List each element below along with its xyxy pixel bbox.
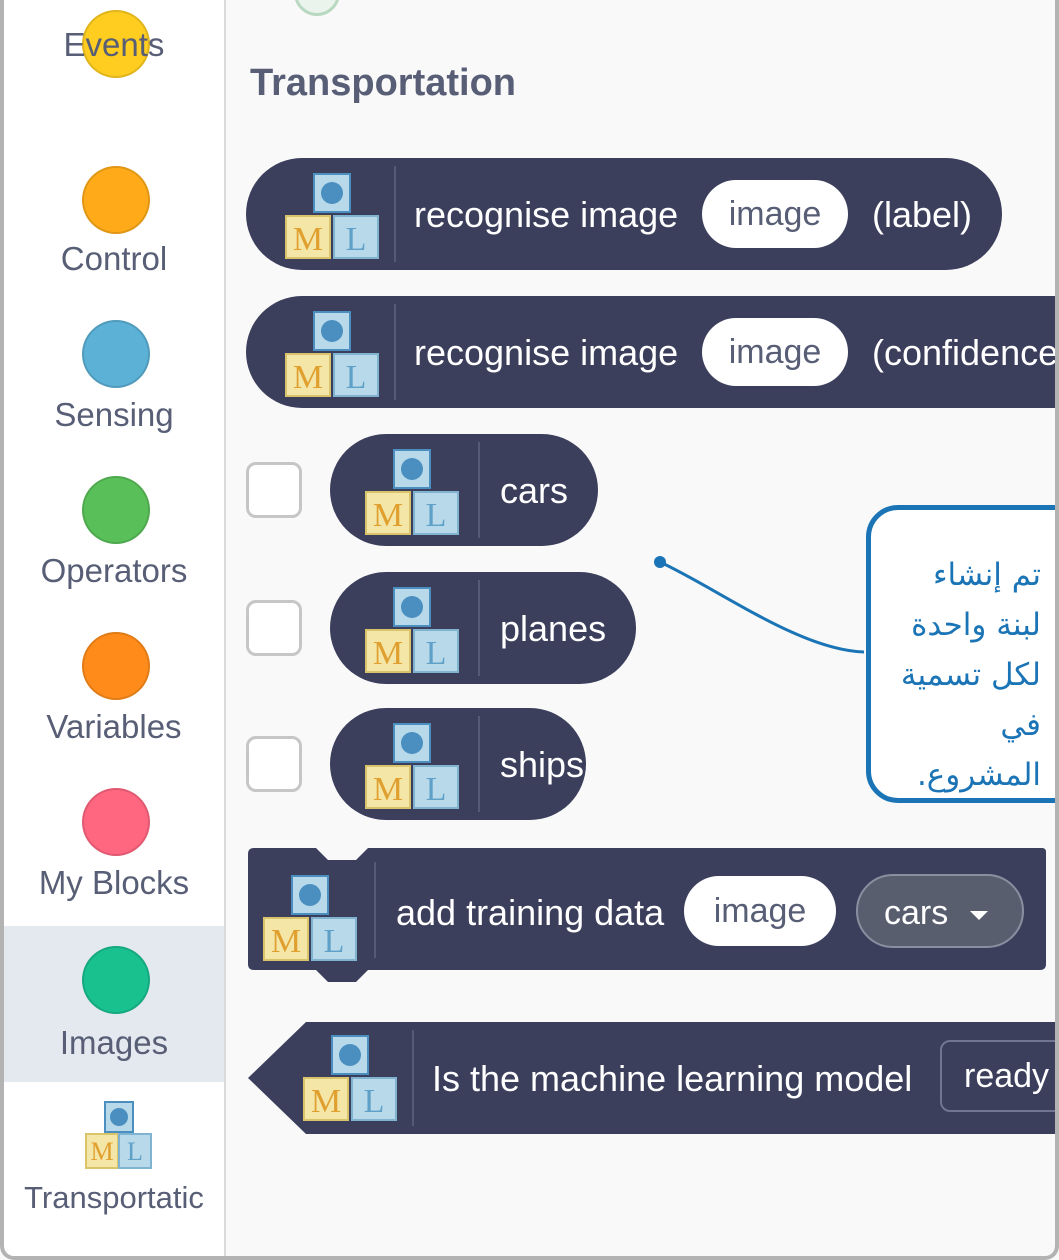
extension-label[interactable]: Transportatic: [4, 1180, 224, 1216]
block-separator: [374, 862, 376, 958]
category-label: Images: [59, 1024, 169, 1061]
block-suffix: (confidence: [872, 332, 1055, 373]
label-text: planes: [500, 608, 607, 649]
control-color-dot: [82, 166, 150, 234]
category-label: Variables: [46, 708, 182, 745]
label-text: cars: [500, 470, 569, 511]
block-separator: [478, 442, 480, 538]
callout-text: تم إنشاء لبنة واحدة لكل تسمية في المشروع…: [861, 550, 1041, 800]
ml-blocks-icon: ML: [364, 448, 460, 541]
svg-text:L: L: [324, 923, 345, 960]
svg-text:L: L: [426, 635, 447, 672]
ships-checkbox[interactable]: [246, 736, 302, 792]
svg-text:M: M: [373, 635, 403, 672]
category-events[interactable]: Events: [4, 0, 224, 96]
recognise-image-label-block[interactable]: ML recognise image image (label): [246, 158, 1002, 270]
ready-dropdown[interactable]: ready: [940, 1040, 1055, 1112]
category-label: Events: [63, 26, 165, 63]
palette-title: Transportation: [250, 62, 517, 104]
operators-color-dot: [82, 476, 150, 544]
svg-text:M: M: [311, 1083, 341, 1120]
ml-blocks-icon: ML: [284, 172, 380, 265]
callout-pointer-line: [654, 556, 865, 654]
block-separator: [394, 304, 396, 400]
ml-blocks-icon: ML: [284, 310, 380, 403]
sensing-color-dot: [82, 320, 150, 388]
block-text: Is the machine learning model: [432, 1058, 913, 1099]
dropdown-value: ready: [964, 1057, 1050, 1095]
cars-checkbox[interactable]: [246, 462, 302, 518]
svg-text:M: M: [271, 923, 301, 960]
block-separator: [394, 166, 396, 262]
category-label: My Blocks: [38, 864, 190, 901]
category-control[interactable]: Control: [4, 156, 224, 312]
svg-text:M: M: [373, 497, 403, 534]
svg-text:L: L: [346, 221, 367, 258]
ml-blocks-icon: ML: [364, 586, 460, 679]
svg-text:M: M: [293, 221, 323, 258]
category-sensing[interactable]: Sensing: [4, 312, 224, 468]
image-input-slot[interactable]: image: [702, 180, 848, 248]
recognise-image-confidence-block[interactable]: ML recognise image image (confidence: [246, 296, 1055, 408]
ml-blocks-icon: ML: [262, 874, 358, 967]
svg-text:M: M: [373, 771, 403, 808]
block-suffix: (label): [872, 194, 973, 235]
category-images[interactable]: Images: [4, 926, 224, 1082]
ml-blocks-icon: ML: [302, 1034, 398, 1127]
category-label: Operators: [40, 552, 188, 589]
svg-text:L: L: [346, 359, 367, 396]
ml-blocks-icon: ML: [364, 722, 460, 815]
category-my-blocks[interactable]: My Blocks: [4, 780, 224, 936]
category-sidebar: Events Control Sensing Operators Variabl…: [4, 0, 226, 1256]
planes-checkbox[interactable]: [246, 600, 302, 656]
category-label: Sensing: [54, 396, 174, 433]
callout-line: لكل تسمية في: [900, 657, 1041, 743]
block-separator: [478, 580, 480, 676]
ml-blocks-icon[interactable]: M L: [84, 1100, 154, 1175]
variables-color-dot: [82, 632, 150, 700]
block-text: add training data: [396, 892, 665, 933]
chevron-down-icon: [966, 898, 992, 937]
svg-text:L: L: [127, 1137, 143, 1166]
ships-label-block[interactable]: ML ships: [330, 708, 586, 820]
partial-icon: [294, 0, 340, 16]
label-dropdown[interactable]: cars: [856, 874, 1024, 948]
callout-line: لبنة واحدة: [911, 607, 1041, 643]
callout-line: المشروع.: [916, 757, 1041, 793]
category-variables[interactable]: Variables: [4, 624, 224, 780]
svg-text:L: L: [426, 497, 447, 534]
block-text: recognise image: [414, 194, 679, 235]
image-input-slot[interactable]: image: [684, 876, 836, 946]
block-text: recognise image: [414, 332, 679, 373]
cars-label-block[interactable]: ML cars: [330, 434, 598, 546]
svg-text:L: L: [426, 771, 447, 808]
callout-line: تم إنشاء: [932, 557, 1041, 593]
dropdown-value: cars: [884, 894, 949, 932]
block-separator: [412, 1030, 414, 1126]
planes-label-block[interactable]: ML planes: [330, 572, 636, 684]
images-color-dot: [82, 946, 150, 1014]
image-input-slot[interactable]: image: [702, 318, 848, 386]
my-blocks-color-dot: [82, 788, 150, 856]
category-operators[interactable]: Operators: [4, 468, 224, 624]
block-separator: [478, 716, 480, 812]
svg-text:M: M: [293, 359, 323, 396]
label-text: ships: [500, 744, 585, 785]
category-label: Control: [60, 240, 168, 277]
callout-box: تم إنشاء لبنة واحدة لكل تسمية في المشروع…: [866, 505, 1059, 803]
svg-text:L: L: [364, 1083, 385, 1120]
svg-text:M: M: [90, 1137, 113, 1166]
